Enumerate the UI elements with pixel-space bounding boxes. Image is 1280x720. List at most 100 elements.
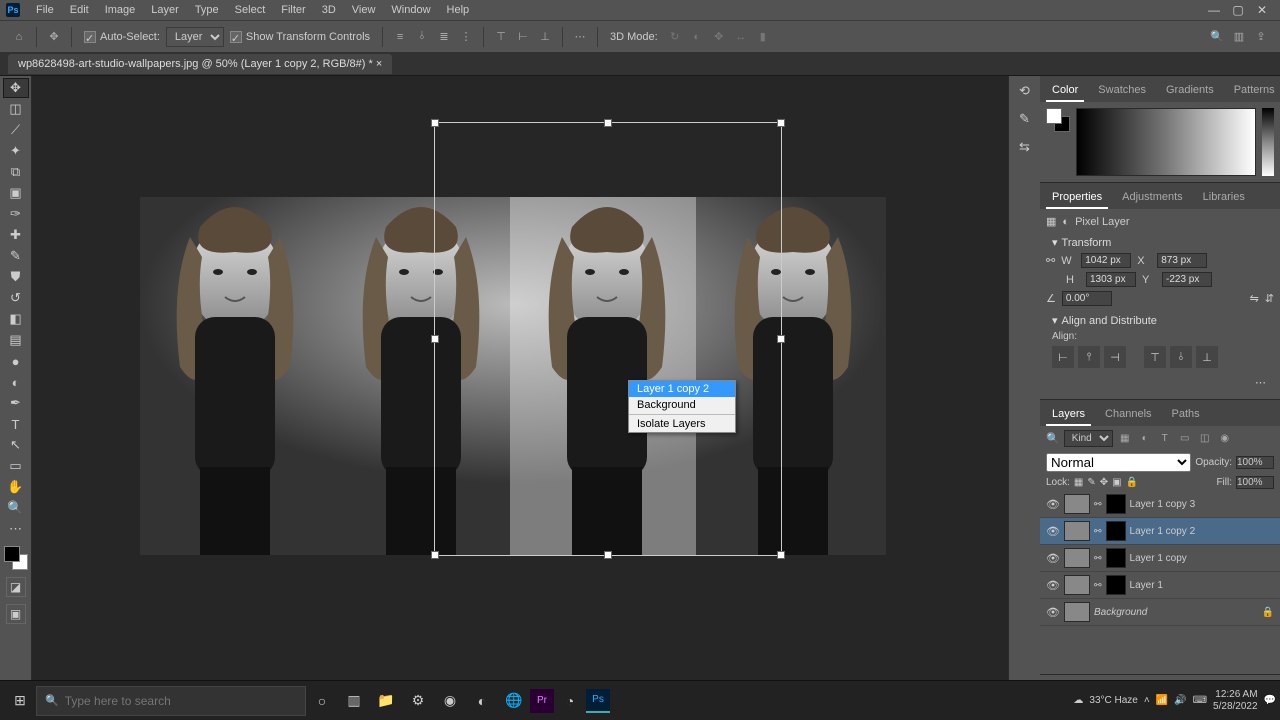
filter-toggle-icon[interactable]: ◉ xyxy=(1217,431,1233,447)
auto-select-checkbox[interactable]: ✓Auto-Select: xyxy=(78,27,166,47)
align-right-icon[interactable]: ≣ xyxy=(433,26,455,48)
stamp-tool[interactable]: ⛊ xyxy=(3,267,29,287)
filter-smart-icon[interactable]: ◫ xyxy=(1197,431,1213,447)
mask-thumbnail[interactable] xyxy=(1106,575,1126,595)
more-tools[interactable]: ⋯ xyxy=(3,519,29,539)
ctx-isolate[interactable]: Isolate Layers xyxy=(629,416,735,432)
menu-edit[interactable]: Edit xyxy=(62,1,97,19)
align-bottom-icon[interactable]: ⊥ xyxy=(534,26,556,48)
tab-gradients[interactable]: Gradients xyxy=(1160,80,1220,102)
history-brush-tool[interactable]: ↺ xyxy=(3,288,29,308)
brush-tool[interactable]: ✎ xyxy=(3,246,29,266)
layer-thumbnail[interactable] xyxy=(1064,548,1090,568)
quick-select-tool[interactable]: ✦ xyxy=(3,141,29,161)
premiere-icon[interactable]: Pr xyxy=(530,689,554,713)
settings-icon[interactable]: ⚙ xyxy=(402,685,434,717)
align-section[interactable]: ▾ Align and Distribute xyxy=(1046,310,1274,331)
filter-adjust-icon[interactable]: ◐ xyxy=(1137,431,1153,447)
layer-item[interactable]: 👁 ⚯ Layer 1 copy 3 xyxy=(1040,491,1280,518)
fill-input[interactable] xyxy=(1236,476,1274,489)
prop-align-hcenter[interactable]: ⫯ xyxy=(1078,346,1100,368)
filter-kind-dropdown[interactable]: Kind xyxy=(1064,430,1113,447)
auto-select-dropdown[interactable]: Layer xyxy=(166,27,224,47)
prop-align-right[interactable]: ⊣ xyxy=(1104,346,1126,368)
panel-fg-color[interactable] xyxy=(1046,108,1062,124)
layer-item[interactable]: 👁 ⚯ Layer 1 copy 2 xyxy=(1040,518,1280,545)
y-input[interactable] xyxy=(1162,272,1212,287)
filter-shape-icon[interactable]: ▭ xyxy=(1177,431,1193,447)
more-align-icon[interactable]: ⋯ xyxy=(569,26,591,48)
layer-name[interactable]: Layer 1 copy 2 xyxy=(1130,526,1274,537)
prop-align-left[interactable]: ⊢ xyxy=(1052,346,1074,368)
layer-thumbnail[interactable] xyxy=(1064,494,1090,514)
align-top-icon[interactable]: ⊤ xyxy=(490,26,512,48)
tab-color[interactable]: Color xyxy=(1046,80,1084,102)
brightness-slider[interactable] xyxy=(1262,108,1274,176)
app-icon[interactable]: ◐ xyxy=(466,685,498,717)
start-button[interactable]: ⊞ xyxy=(4,685,36,717)
menu-help[interactable]: Help xyxy=(439,1,478,19)
ctx-layer1copy2[interactable]: Layer 1 copy 2 xyxy=(629,381,735,397)
transform-section[interactable]: ▾ Transform xyxy=(1046,232,1274,253)
link-wh-icon[interactable]: ⚯ xyxy=(1046,254,1055,267)
mask-thumbnail[interactable] xyxy=(1106,548,1126,568)
visibility-icon[interactable]: 👁 xyxy=(1046,579,1060,592)
ctx-background[interactable]: Background xyxy=(629,397,735,413)
tab-channels[interactable]: Channels xyxy=(1099,404,1157,426)
filter-search-icon[interactable]: 🔍 xyxy=(1046,432,1060,445)
zoom-tool[interactable]: 🔍 xyxy=(3,498,29,518)
align-center-v-icon[interactable]: ⊢ xyxy=(512,26,534,48)
app2-icon[interactable]: ◔ xyxy=(554,685,586,717)
layer-thumbnail[interactable] xyxy=(1064,602,1090,622)
menu-file[interactable]: File xyxy=(28,1,62,19)
distribute-h-icon[interactable]: ⋮ xyxy=(455,26,477,48)
opacity-input[interactable] xyxy=(1236,456,1274,469)
cortana-icon[interactable]: ○ xyxy=(306,685,338,717)
handle-bl[interactable] xyxy=(431,551,439,559)
notifications-icon[interactable]: 💬 xyxy=(1264,695,1276,706)
flip-h-icon[interactable]: ⇋ xyxy=(1250,292,1259,305)
taskbar-search[interactable]: 🔍 xyxy=(36,686,306,716)
pen-tool[interactable]: ✒ xyxy=(3,393,29,413)
layer-item[interactable]: 👁 Background 🔒 xyxy=(1040,599,1280,626)
visibility-icon[interactable]: 👁 xyxy=(1046,525,1060,538)
screen-mode-icon[interactable]: ▣ xyxy=(6,604,26,624)
tab-close-icon[interactable]: × xyxy=(376,58,382,70)
filter-type-icon[interactable]: T xyxy=(1157,431,1173,447)
menu-window[interactable]: Window xyxy=(383,1,438,19)
tab-swatches[interactable]: Swatches xyxy=(1092,80,1152,102)
width-input[interactable] xyxy=(1081,253,1131,268)
share-icon[interactable]: ⇪ xyxy=(1250,26,1272,48)
align-center-h-icon[interactable]: ⫰ xyxy=(411,26,433,48)
layer-thumbnail[interactable] xyxy=(1064,575,1090,595)
color-swatches[interactable] xyxy=(4,546,28,570)
hand-tool[interactable]: ✋ xyxy=(3,477,29,497)
layer-name[interactable]: Layer 1 copy xyxy=(1130,553,1274,564)
prop-align-top[interactable]: ⊤ xyxy=(1144,346,1166,368)
actions-panel-icon[interactable]: ⇆ xyxy=(1014,136,1036,158)
tab-paths[interactable]: Paths xyxy=(1166,404,1206,426)
lock-transparency-icon[interactable]: ▦ xyxy=(1074,477,1083,488)
eraser-tool[interactable]: ◧ xyxy=(3,309,29,329)
quick-mask-icon[interactable]: ◪ xyxy=(6,577,26,597)
menu-type[interactable]: Type xyxy=(187,1,227,19)
menu-image[interactable]: Image xyxy=(97,1,144,19)
browser-icon[interactable]: 🌐 xyxy=(498,685,530,717)
minimize-button[interactable]: — xyxy=(1202,3,1226,17)
weather-icon[interactable]: ☁ xyxy=(1073,695,1083,706)
maximize-button[interactable]: ▢ xyxy=(1226,3,1250,17)
path-select-tool[interactable]: ↖ xyxy=(3,435,29,455)
flip-v-icon[interactable]: ⇵ xyxy=(1265,292,1274,305)
prop-align-bottom[interactable]: ⊥ xyxy=(1196,346,1218,368)
blend-mode-dropdown[interactable]: Normal xyxy=(1046,453,1191,472)
dodge-tool[interactable]: ◐ xyxy=(3,372,29,392)
blur-tool[interactable]: ● xyxy=(3,351,29,371)
mask-thumbnail[interactable] xyxy=(1106,521,1126,541)
more-options-icon[interactable]: ⋯ xyxy=(1046,372,1274,393)
tray-chevron-icon[interactable]: ˄ xyxy=(1144,695,1150,706)
lock-all-icon[interactable]: 🔒 xyxy=(1126,477,1138,488)
visibility-icon[interactable]: 👁 xyxy=(1046,606,1060,619)
menu-filter[interactable]: Filter xyxy=(273,1,313,19)
eyedropper-tool[interactable]: ✑ xyxy=(3,204,29,224)
move-tool[interactable]: ✥ xyxy=(3,78,29,98)
